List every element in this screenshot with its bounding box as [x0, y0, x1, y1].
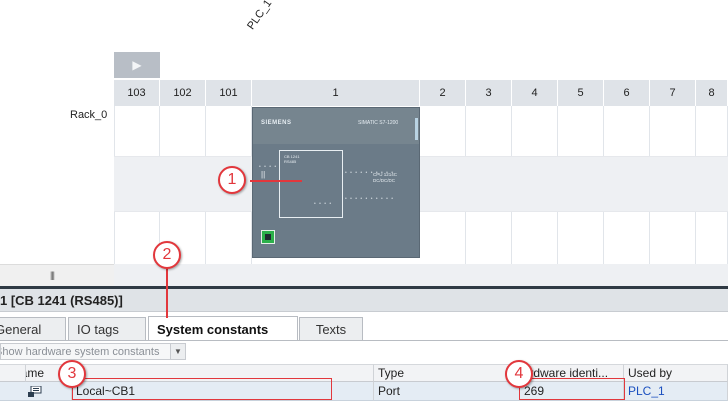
chevron-right-icon: ▶ [132, 58, 142, 72]
callout-2-pointer [166, 266, 168, 318]
run-stop-switch: || [261, 170, 266, 179]
cell-value: Port [378, 384, 401, 398]
chevron-down-icon[interactable]: ▼ [170, 344, 185, 359]
filter-value: Show hardware system constants [0, 345, 160, 358]
slot-header-101: 101 [206, 80, 252, 106]
column-header-used-by[interactable]: Used by [624, 364, 728, 382]
tab-io-tags[interactable]: IO tags [68, 317, 146, 340]
constants-filter-select[interactable]: Show hardware system constants [0, 343, 186, 360]
communication-board[interactable]: CB 1241 RS485 • • • • [279, 150, 343, 218]
scroll-grip-icon[interactable]: ||| [50, 270, 55, 280]
callout-3-marker: 3 [58, 360, 86, 388]
tab-label: IO tags [77, 321, 119, 337]
plc-name-label: PLC_1 [245, 0, 275, 33]
callout-1-marker: 1 [218, 166, 246, 194]
highlight-name-box [72, 378, 332, 400]
cpu-top-panel [253, 108, 419, 144]
rack-name-label: Rack_0 [70, 109, 108, 121]
board-label: CB 1241 RS485 [284, 154, 300, 164]
slot-header-7: 7 [650, 80, 696, 106]
tab-strip-line [0, 340, 728, 341]
column-header-label: Name [26, 366, 45, 380]
tab-label: General [0, 321, 42, 337]
port-socket [265, 234, 271, 240]
profinet-port [261, 230, 275, 244]
callout-1-pointer [250, 180, 302, 182]
slot-header-2: 2 [420, 80, 466, 106]
slot-header-5: 5 [558, 80, 604, 106]
mounting-rail [114, 156, 728, 212]
slot-header-102: 102 [160, 80, 206, 106]
rack-nav-button[interactable]: ▶ [114, 52, 160, 78]
cell-link[interactable]: PLC_1 [628, 384, 665, 398]
io-dots-right-2: • • • • • • • • • • [345, 196, 395, 202]
status-led-bar [415, 118, 418, 140]
callout-4-marker: 4 [505, 360, 533, 388]
column-header-label: Used by [628, 366, 673, 380]
board-dots: • • • • [314, 201, 333, 207]
slot-header-1: 1 [252, 80, 420, 106]
tab-system-constants[interactable]: System constants [148, 316, 298, 341]
cpu-side-text: CPU 1214C DC/DC/DC [373, 172, 398, 183]
tab-label: System constants [157, 321, 269, 337]
cpu-model: SIMATIC S7-1200 [358, 120, 399, 126]
slot-header-3: 3 [466, 80, 512, 106]
tab-general[interactable]: General [0, 317, 66, 340]
callout-2-marker: 2 [153, 241, 181, 269]
slot-header-103: 103 [114, 80, 160, 106]
slot-header-4: 4 [512, 80, 558, 106]
cpu-module[interactable]: SIEMENS SIMATIC S7-1200 • • • • • • • • … [252, 107, 420, 258]
horizontal-scrollbar[interactable] [0, 264, 114, 286]
tab-texts[interactable]: Texts [299, 317, 363, 340]
column-header-label: Type [378, 366, 405, 380]
cell-type[interactable]: Port [374, 382, 520, 401]
table-header-corner [0, 364, 26, 382]
module-port-icon [28, 386, 42, 397]
slot-header-8: 8 [696, 80, 728, 106]
properties-title-bar: 1 [CB 1241 (RS485)] [0, 289, 728, 312]
highlight-hardware-id-box [519, 378, 625, 400]
properties-title: 1 [CB 1241 (RS485)] [0, 292, 123, 308]
column-header-type[interactable]: Type [374, 364, 520, 382]
slot-header-6: 6 [604, 80, 650, 106]
tab-label: Texts [315, 321, 347, 337]
cell-used-by[interactable]: PLC_1 [624, 382, 728, 401]
cpu-brand: SIEMENS [261, 120, 292, 126]
rack-bottom-area [114, 264, 728, 286]
